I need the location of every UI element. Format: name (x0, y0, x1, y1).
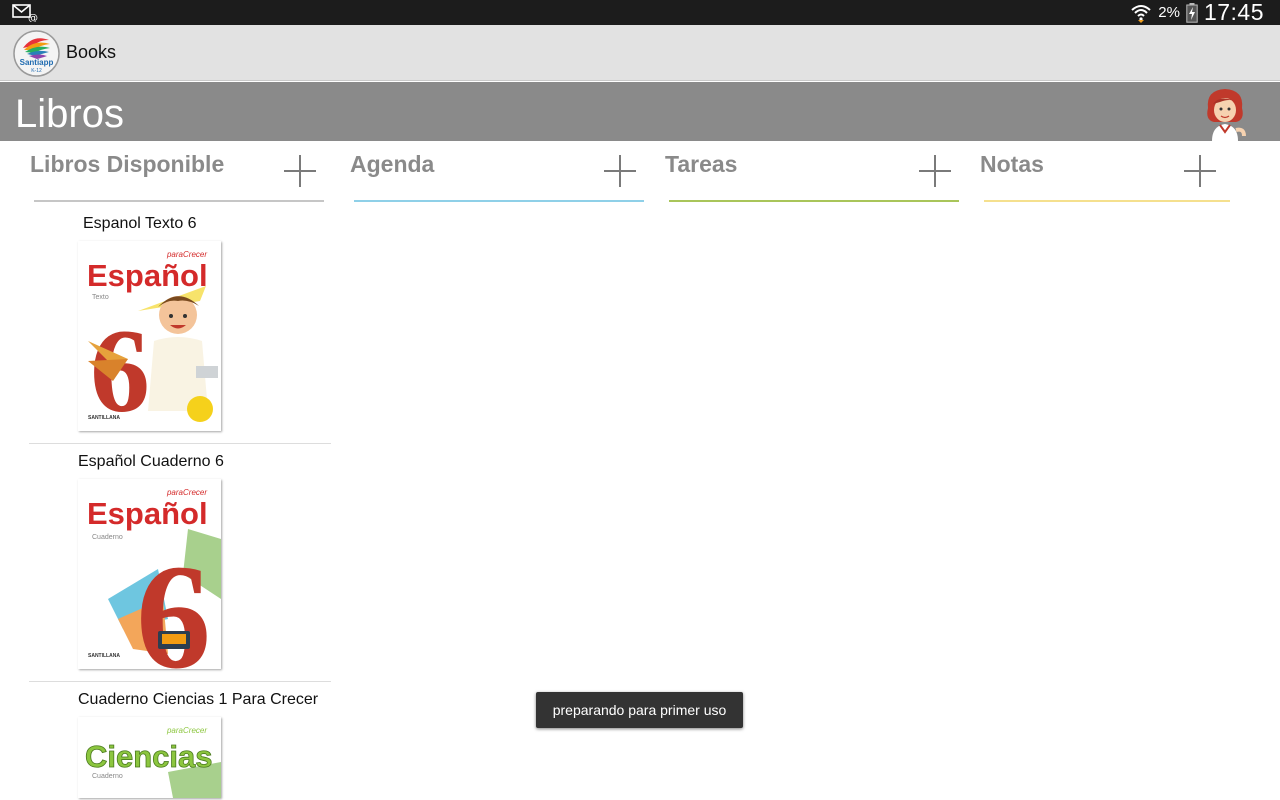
divider (29, 681, 331, 682)
column-title: Libros Disponible (30, 151, 225, 177)
add-libro-plus-icon[interactable] (284, 155, 316, 187)
status-left: @ (12, 3, 38, 22)
clock: 17:45 (1203, 0, 1264, 25)
column-rule (354, 200, 644, 202)
page-title: Libros (15, 92, 124, 136)
add-agenda-plus-icon[interactable] (604, 155, 636, 187)
cover-subject: Español (87, 258, 208, 293)
column-rule (669, 200, 959, 202)
book-item[interactable]: Espanol Texto 6 paraCrecer Español Texto… (29, 212, 331, 444)
cover-subject: Ciencias (85, 739, 213, 774)
column-rule (34, 200, 324, 202)
book-title: Español Cuaderno 6 (78, 453, 224, 470)
column-title: Tareas (665, 151, 738, 177)
book-item[interactable]: Español Cuaderno 6 paraCrecer Español Cu… (29, 450, 331, 682)
status-bar: @ 2% 17:45 (0, 0, 1280, 25)
book-cover[interactable]: paraCrecer Ciencias Cuaderno (78, 717, 221, 798)
column-title: Notas (980, 151, 1044, 177)
cover-publisher: SANTILLANA (88, 653, 120, 659)
book-cover-art: paraCrecer Español Texto 6 SANTILLANA (78, 241, 221, 431)
book-cover-art: paraCrecer Ciencias Cuaderno (78, 717, 221, 798)
mail-at-icon: @ (12, 4, 38, 22)
logo-subtext: K-12 (31, 68, 42, 74)
action-bar: Santiapp K-12 Books (0, 25, 1280, 81)
cover-kind: Cuaderno (92, 773, 123, 780)
status-right: 2% 17:45 (1130, 0, 1264, 25)
wifi-icon (1131, 4, 1151, 23)
cover-subject: Español (87, 496, 208, 531)
column-notas: Notas (970, 141, 1270, 800)
cover-publisher: SANTILLANA (88, 415, 120, 421)
book-item[interactable]: Cuaderno Ciencias 1 Para Crecer paraCrec… (29, 688, 331, 800)
book-title: Espanol Texto 6 (83, 215, 197, 232)
add-nota-plus-icon[interactable] (1184, 155, 1216, 187)
divider (29, 443, 331, 444)
toast-message: preparando para primer uso (536, 692, 743, 728)
page-header: Libros (0, 82, 1280, 141)
cover-kind: Cuaderno (92, 534, 123, 541)
column-rule (984, 200, 1230, 202)
svg-text:@: @ (28, 13, 38, 22)
book-cover-art: paraCrecer Español Cuaderno 6 SANTILLANA (78, 479, 221, 669)
cover-kind: Texto (92, 294, 109, 301)
book-cover[interactable]: paraCrecer Español Cuaderno 6 SANTILLANA (78, 479, 221, 669)
column-title: Agenda (350, 151, 435, 177)
cover-series: paraCrecer (166, 726, 207, 735)
user-avatar-icon[interactable] (1200, 86, 1250, 141)
app-logo-icon[interactable]: Santiapp K-12 (13, 30, 60, 77)
action-bar-title: Books (66, 42, 117, 62)
battery-charging-icon (1186, 2, 1198, 23)
book-cover[interactable]: paraCrecer Español Texto 6 SANTILLANA (78, 241, 221, 431)
add-tarea-plus-icon[interactable] (919, 155, 951, 187)
battery-percent: 2% (1158, 4, 1180, 21)
logo-text: Santiapp (20, 58, 54, 67)
book-title: Cuaderno Ciencias 1 Para Crecer (78, 691, 319, 708)
